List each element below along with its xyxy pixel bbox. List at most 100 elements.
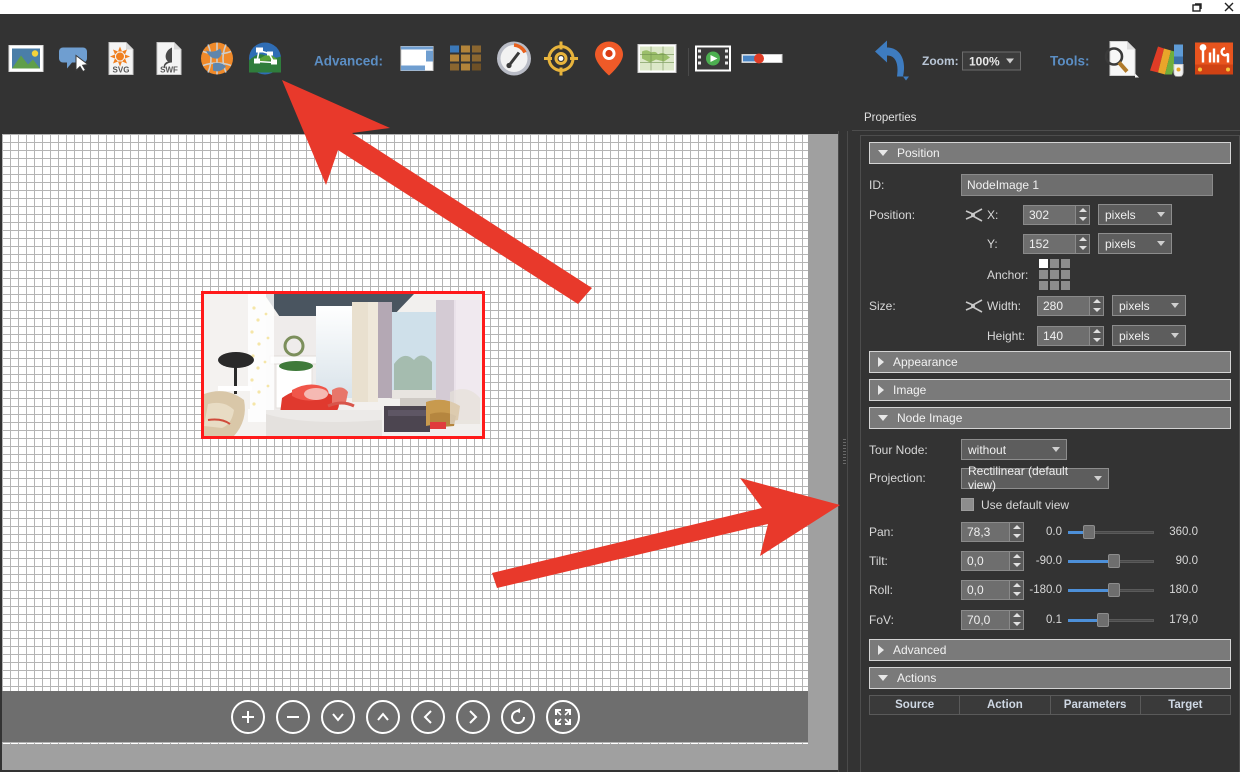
pan-stepper[interactable]: 78,3 xyxy=(961,521,1024,542)
tour-node-label: Tour Node: xyxy=(869,442,928,457)
group-advanced[interactable]: Advanced xyxy=(869,639,1231,661)
x-value[interactable]: 302 xyxy=(1023,204,1075,225)
pan-spin-arrows[interactable] xyxy=(1009,521,1024,542)
insert-image-tool[interactable] xyxy=(8,44,44,79)
roll-spin-arrows[interactable] xyxy=(1009,579,1024,600)
insert-svg-tool[interactable]: SVG xyxy=(107,42,135,81)
y-stepper[interactable]: 152 xyxy=(1023,233,1090,254)
canvas-grid[interactable]: Добавить Движок xyxy=(2,134,808,744)
projection-select[interactable]: Rectilinear (default view) xyxy=(961,464,1109,492)
insert-globe-tool[interactable] xyxy=(200,42,234,81)
anchor-selector[interactable] xyxy=(1039,259,1070,290)
node-map-icon xyxy=(248,42,282,81)
group-position[interactable]: Position xyxy=(869,142,1231,164)
x-unit-select[interactable]: pixels xyxy=(1098,204,1172,225)
tilt-spin-arrows[interactable] xyxy=(1009,550,1024,571)
group-appearance[interactable]: Appearance xyxy=(869,351,1231,373)
actions-column-target[interactable]: Target xyxy=(1140,696,1230,714)
advanced-window-tool[interactable] xyxy=(400,46,434,77)
settings-tool[interactable] xyxy=(1194,41,1234,82)
use-default-view-checkbox[interactable] xyxy=(961,498,974,511)
height-value[interactable]: 140 xyxy=(1037,325,1089,346)
x-stepper[interactable]: 302 xyxy=(1023,204,1090,225)
y-spin-arrows[interactable] xyxy=(1075,233,1090,254)
height-spin-arrows[interactable] xyxy=(1089,325,1104,346)
link-xy-icon[interactable] xyxy=(961,207,987,223)
fov-stepper[interactable]: 70,0 xyxy=(961,609,1024,630)
panel-splitter[interactable] xyxy=(838,131,852,772)
chevron-down-icon xyxy=(1171,303,1179,308)
selected-image-node[interactable] xyxy=(201,291,485,439)
zoom-label: Zoom: xyxy=(922,54,959,68)
triangle-down-icon xyxy=(878,415,888,421)
width-value[interactable]: 280 xyxy=(1037,295,1089,316)
group-node-image[interactable]: Node Image xyxy=(869,407,1231,429)
actions-column-parameters[interactable]: Parameters xyxy=(1050,696,1141,714)
zoom-control: Zoom: xyxy=(922,54,959,68)
fov-spin-arrows[interactable] xyxy=(1009,609,1024,630)
undo-button[interactable] xyxy=(872,37,914,86)
look-down-button[interactable] xyxy=(320,699,355,734)
y-unit-select[interactable]: pixels xyxy=(1098,233,1172,254)
width-label: Width: xyxy=(987,298,1022,313)
advanced-target-tool[interactable] xyxy=(543,41,579,82)
look-up-button[interactable] xyxy=(365,699,400,734)
id-field[interactable]: NodeImage 1 xyxy=(961,174,1213,196)
roll-stepper[interactable]: 0,0 xyxy=(961,579,1024,600)
restore-window-button[interactable] xyxy=(1190,0,1204,14)
advanced-grid-tool[interactable] xyxy=(449,45,483,78)
zoom-out-button[interactable] xyxy=(275,699,310,734)
autorotate-button[interactable] xyxy=(500,699,535,734)
close-window-button[interactable] xyxy=(1222,0,1236,14)
pan-label: Pan: xyxy=(869,524,894,539)
y-value[interactable]: 152 xyxy=(1023,233,1075,254)
roll-value[interactable]: 0,0 xyxy=(961,579,1009,600)
x-spin-arrows[interactable] xyxy=(1075,204,1090,225)
advanced-pin-tool[interactable] xyxy=(594,41,624,82)
width-unit-select[interactable]: pixels xyxy=(1112,295,1186,316)
tilt-slider[interactable] xyxy=(1068,552,1154,570)
preview-tool[interactable] xyxy=(1100,39,1140,84)
splitter-grip[interactable] xyxy=(843,438,846,465)
fullscreen-button[interactable] xyxy=(545,699,580,734)
tools-label: Tools: xyxy=(1050,53,1090,69)
actions-column-source[interactable]: Source xyxy=(870,696,961,714)
actions-column-action[interactable]: Action xyxy=(960,696,1051,714)
tilt-stepper[interactable]: 0,0 xyxy=(961,550,1024,571)
advanced-slider-tool[interactable] xyxy=(741,52,783,71)
insert-map-node-tool[interactable] xyxy=(248,42,282,81)
editor-canvas[interactable]: Добавить Движок xyxy=(0,131,838,772)
window-controls xyxy=(1190,0,1236,14)
look-right-button[interactable] xyxy=(455,699,490,734)
insert-swf-tool[interactable]: SWF xyxy=(155,42,183,81)
height-stepper[interactable]: 140 xyxy=(1037,325,1104,346)
roll-slider[interactable] xyxy=(1068,581,1154,599)
advanced-video-tool[interactable] xyxy=(694,45,732,78)
advanced-worldmap-tool[interactable] xyxy=(637,44,677,79)
group-actions[interactable]: Actions xyxy=(869,667,1231,689)
group-node-image-label: Node Image xyxy=(897,411,963,425)
roll-label: Roll: xyxy=(869,582,894,597)
insert-hotspot-tool[interactable] xyxy=(58,45,92,78)
tour-node-select[interactable]: without xyxy=(961,439,1067,460)
zoom-select[interactable]: 100% xyxy=(962,51,1021,71)
pan-slider[interactable] xyxy=(1068,523,1154,541)
video-icon xyxy=(694,45,732,78)
look-left-button[interactable] xyxy=(410,699,445,734)
svg-text:SWF: SWF xyxy=(160,66,178,75)
link-wh-icon[interactable] xyxy=(961,298,987,314)
compass-icon xyxy=(496,41,532,82)
zoom-in-button[interactable] xyxy=(230,699,265,734)
fov-value[interactable]: 70,0 xyxy=(961,609,1009,630)
thumbnail-grid-icon xyxy=(449,45,483,78)
height-unit-select[interactable]: pixels xyxy=(1112,325,1186,346)
width-spin-arrows[interactable] xyxy=(1089,295,1104,316)
group-image[interactable]: Image xyxy=(869,379,1231,401)
advanced-compass-tool[interactable] xyxy=(496,41,532,82)
tilt-value[interactable]: 0,0 xyxy=(961,550,1009,571)
fov-slider[interactable] xyxy=(1068,611,1154,629)
skin-editor-tool[interactable] xyxy=(1148,41,1188,82)
pan-value[interactable]: 78,3 xyxy=(961,521,1009,542)
width-stepper[interactable]: 280 xyxy=(1037,295,1104,316)
properties-tab[interactable]: Properties xyxy=(852,107,1240,131)
